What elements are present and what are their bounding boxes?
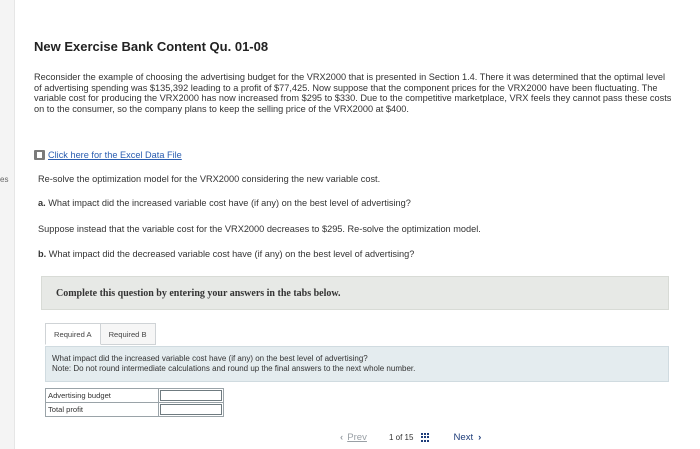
table-row: Total profit <box>45 402 224 417</box>
excel-link-label: Click here for the Excel Data File <box>48 150 182 160</box>
page-of: of <box>395 433 403 442</box>
page-indicator: 1 of 15 <box>389 433 414 442</box>
total-profit-cell <box>158 402 224 417</box>
total-pages: 15 <box>404 433 414 442</box>
question-b-prefix: b. <box>38 249 47 259</box>
tab-required-a[interactable]: Required A <box>45 323 101 345</box>
problem-paragraph: Reconsider the example of choosing the a… <box>34 72 672 114</box>
next-label: Next <box>453 432 474 443</box>
question-b: b. What impact did the decreased variabl… <box>38 249 414 259</box>
table-row: Advertising budget <box>45 388 224 403</box>
answer-tabs: Required A Required B <box>45 323 156 345</box>
resolve-instruction-1: Re-solve the optimization model for the … <box>38 174 381 184</box>
side-text: es <box>0 175 9 184</box>
grid-icon[interactable] <box>421 432 431 443</box>
excel-data-file-link[interactable]: Click here for the Excel Data File <box>34 150 182 160</box>
prev-label: Prev <box>347 432 367 443</box>
question-a: a. What impact did the increased variabl… <box>38 198 411 208</box>
prev-button[interactable]: ‹ Prev <box>340 432 367 443</box>
answer-table: Advertising budget Total profit <box>45 388 224 417</box>
prompt-question: What impact did the increased variable c… <box>52 354 368 363</box>
left-side-strip <box>0 0 15 449</box>
row-label-total-profit: Total profit <box>45 402 159 417</box>
page-title: New Exercise Bank Content Qu. 01-08 <box>34 39 269 54</box>
current-page: 1 <box>388 433 394 442</box>
question-b-text: What impact did the decreased variable c… <box>48 249 415 259</box>
instructions-banner: Complete this question by entering your … <box>41 276 669 310</box>
question-prompt-box: What impact did the increased variable c… <box>45 346 669 382</box>
chevron-left-icon: ‹ <box>340 432 344 443</box>
total-profit-input[interactable] <box>160 404 222 415</box>
prompt-note: Note: Do not round intermediate calculat… <box>52 364 416 373</box>
question-a-prefix: a. <box>38 198 46 208</box>
resolve-instruction-2: Suppose instead that the variable cost f… <box>38 224 481 234</box>
pagination: ‹ Prev 1 of 15 Next › <box>340 432 481 443</box>
chevron-right-icon: › <box>478 432 482 443</box>
next-button[interactable]: Next › <box>453 432 481 443</box>
row-label-advertising-budget: Advertising budget <box>45 388 159 403</box>
tab-required-b[interactable]: Required B <box>100 323 156 345</box>
advertising-budget-cell <box>158 388 224 403</box>
question-a-text: What impact did the increased variable c… <box>48 198 411 208</box>
excel-file-icon <box>34 150 45 160</box>
advertising-budget-input[interactable] <box>160 390 222 401</box>
instructions-banner-text: Complete this question by entering your … <box>56 287 341 299</box>
